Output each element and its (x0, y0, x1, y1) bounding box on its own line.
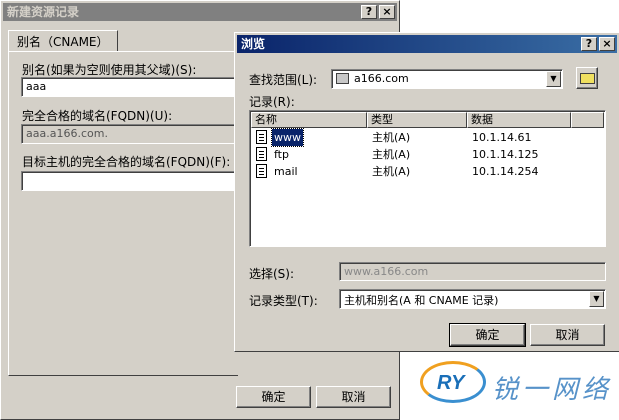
watermark-text: 锐一网络 (492, 375, 613, 405)
browse-ok-button[interactable]: 确定 (449, 323, 526, 347)
browse-ok-label: 确定 (475, 328, 500, 342)
record-type: 主机(A) (372, 165, 411, 178)
watermark: RY 锐一网络 (404, 355, 619, 420)
ok-button-label: 确定 (261, 390, 286, 404)
alias-input[interactable]: aaa (21, 77, 237, 97)
folder-up-icon (580, 73, 595, 84)
record-type: 主机(A) (372, 131, 411, 144)
selection-field: www.a166.com (339, 262, 606, 281)
browse-cancel-button[interactable]: 取消 (530, 324, 605, 346)
help-button[interactable]: ? (361, 5, 377, 19)
chevron-down-icon[interactable]: ▼ (589, 291, 604, 307)
target-host-input[interactable] (21, 171, 237, 191)
target-host-label: 目标主机的完全合格的域名(FQDN)(F): (22, 155, 231, 169)
look-in-value: a166.com (354, 72, 409, 85)
record-icon (256, 130, 267, 144)
look-in-combo[interactable]: a166.com ▼ (331, 69, 563, 89)
record-type-value: 主机和别名(A 和 CNAME 记录) (344, 294, 499, 307)
record-data: 10.1.14.61 (472, 131, 532, 144)
title-bar: 新建资源记录 ? × (3, 3, 397, 21)
column-header-data[interactable]: 数据 (467, 112, 571, 128)
column-header-filler (571, 112, 604, 128)
browse-title-bar: 浏览 ? × (237, 35, 617, 53)
cancel-button-label: 取消 (341, 390, 366, 404)
tab-cname-label: 别名（CNAME） (17, 35, 109, 49)
zone-icon (336, 73, 349, 84)
window-title: 新建资源记录 (7, 5, 80, 19)
record-name: ftp (274, 148, 289, 161)
records-listview[interactable]: 名称 类型 数据 www 主机(A) 10.1.14.61 ftp 主机(A) … (249, 110, 606, 247)
record-data: 10.1.14.254 (472, 165, 539, 178)
cancel-button[interactable]: 取消 (316, 386, 391, 408)
ok-button[interactable]: 确定 (236, 386, 311, 408)
help-button[interactable]: ? (581, 37, 597, 51)
record-type-label: 记录类型(T): (249, 294, 318, 308)
list-item[interactable]: mail 主机(A) 10.1.14.254 (252, 163, 603, 180)
browse-title: 浏览 (241, 37, 266, 51)
up-one-level-button[interactable] (576, 67, 598, 89)
alias-label: 别名(如果为空则使用其父域)(S): (22, 63, 197, 77)
look-in-label: 查找范围(L): (249, 73, 318, 87)
fqdn-label: 完全合格的域名(FQDN)(U): (22, 109, 173, 123)
column-header-type[interactable]: 类型 (367, 112, 467, 128)
list-item[interactable]: ftp 主机(A) 10.1.14.125 (252, 146, 603, 163)
tab-cname[interactable]: 别名（CNAME） (8, 30, 118, 52)
browse-cancel-label: 取消 (555, 328, 580, 342)
close-button[interactable]: × (379, 5, 395, 19)
close-button[interactable]: × (599, 37, 615, 51)
tab-panel (8, 51, 238, 376)
record-icon (256, 147, 267, 161)
record-icon (256, 164, 267, 178)
ry-logo: RY (420, 361, 486, 403)
browse-dialog: 浏览 ? × 查找范围(L): a166.com ▼ 记录(R): 名称 类型 … (234, 32, 619, 352)
selection-label: 选择(S): (249, 267, 295, 281)
records-label: 记录(R): (249, 95, 295, 109)
column-header-name[interactable]: 名称 (251, 112, 367, 128)
record-type-combo[interactable]: 主机和别名(A 和 CNAME 记录) ▼ (339, 289, 606, 309)
logo-text: RY (437, 372, 465, 394)
record-name: mail (274, 165, 298, 178)
list-item[interactable]: www 主机(A) 10.1.14.61 (252, 128, 603, 147)
record-type: 主机(A) (372, 148, 411, 161)
chevron-down-icon[interactable]: ▼ (546, 71, 561, 87)
record-name: www (271, 128, 304, 147)
record-data: 10.1.14.125 (472, 148, 539, 161)
fqdn-field: aaa.a166.com. (21, 124, 237, 144)
